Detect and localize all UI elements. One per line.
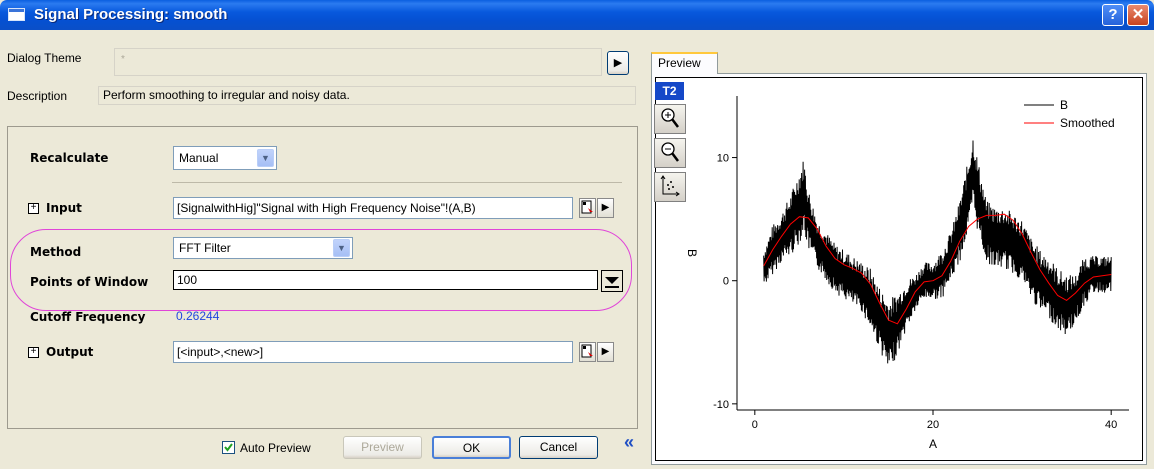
chevron-down-icon[interactable]: ▼: [333, 239, 350, 257]
chevron-down-icon[interactable]: ▼: [257, 149, 274, 167]
rescale-icon[interactable]: [654, 172, 686, 202]
input-expand-icon[interactable]: +: [28, 203, 39, 214]
points-of-window-dropdown[interactable]: [601, 270, 623, 292]
x-tick-label: 40: [1105, 419, 1117, 431]
dialog-theme-label: Dialog Theme: [7, 51, 82, 65]
title-bar[interactable]: Signal Processing: smooth ? ✕: [0, 0, 1154, 30]
y-tick-label: 10: [717, 153, 729, 165]
cancel-button[interactable]: Cancel: [519, 436, 598, 459]
x-tick-label: 0: [752, 419, 758, 431]
select-range-icon[interactable]: [579, 198, 596, 218]
description-text: Perform smoothing to irregular and noisy…: [98, 86, 636, 105]
preview-chart[interactable]: 0 20 40 -10 0 10 A B B Smoothed: [656, 78, 1142, 460]
output-range-field[interactable]: [<input>,<new>]: [173, 341, 573, 363]
cutoff-frequency-value: 0.26244: [176, 309, 220, 323]
select-output-icon[interactable]: [579, 342, 596, 362]
preview-graph[interactable]: 0 20 40 -10 0 10 A B B Smoothed: [655, 77, 1143, 461]
dialog-theme-menu-button[interactable]: ▶: [607, 51, 629, 75]
auto-preview-checkbox[interactable]: [222, 441, 235, 454]
preview-button[interactable]: Preview: [343, 436, 422, 459]
x-axis-title: A: [929, 437, 937, 451]
zoom-out-icon[interactable]: [654, 138, 686, 168]
points-of-window-label: Points of Window: [30, 275, 149, 289]
window-title: Signal Processing: smooth: [34, 6, 228, 23]
ok-button[interactable]: OK: [432, 436, 511, 459]
description-label: Description: [7, 89, 68, 103]
method-label: Method: [30, 245, 82, 259]
dialog-theme-value: *: [121, 54, 125, 65]
tab-preview[interactable]: Preview: [651, 52, 718, 74]
cutoff-frequency-label: Cutoff Frequency: [30, 310, 146, 324]
input-range-field[interactable]: [SignalwithHig]"Signal with High Frequen…: [173, 197, 573, 219]
recalculate-select[interactable]: Manual ▼: [173, 146, 277, 170]
input-menu-button[interactable]: ▶: [597, 198, 614, 218]
x-tick-label: 20: [927, 419, 939, 431]
legend-label: B: [1060, 98, 1068, 112]
help-button[interactable]: ?: [1102, 4, 1124, 26]
legend-label: Smoothed: [1060, 116, 1115, 130]
layer-badge[interactable]: T2: [655, 82, 684, 100]
y-tick-label: -10: [713, 399, 729, 411]
output-expand-icon[interactable]: +: [28, 347, 39, 358]
window-icon: [8, 8, 25, 21]
close-button[interactable]: ✕: [1127, 4, 1149, 26]
points-of-window-field[interactable]: 100: [173, 270, 598, 290]
y-tick-label: 0: [723, 276, 729, 288]
recalculate-label: Recalculate: [30, 151, 109, 165]
output-menu-button[interactable]: ▶: [597, 342, 614, 362]
collapse-button[interactable]: «: [624, 432, 634, 453]
dialog-theme-combo[interactable]: *: [114, 48, 602, 76]
auto-preview-label[interactable]: Auto Preview: [240, 441, 311, 455]
divider: [172, 182, 622, 183]
y-axis-title: B: [685, 249, 699, 257]
method-select[interactable]: FFT Filter ▼: [173, 237, 353, 259]
zoom-in-icon[interactable]: [654, 104, 686, 134]
series-b-line: [763, 140, 1112, 364]
output-label: Output: [46, 345, 94, 359]
recalculate-value: Manual: [179, 151, 219, 165]
method-value: FFT Filter: [179, 241, 231, 255]
input-label: Input: [46, 201, 82, 215]
